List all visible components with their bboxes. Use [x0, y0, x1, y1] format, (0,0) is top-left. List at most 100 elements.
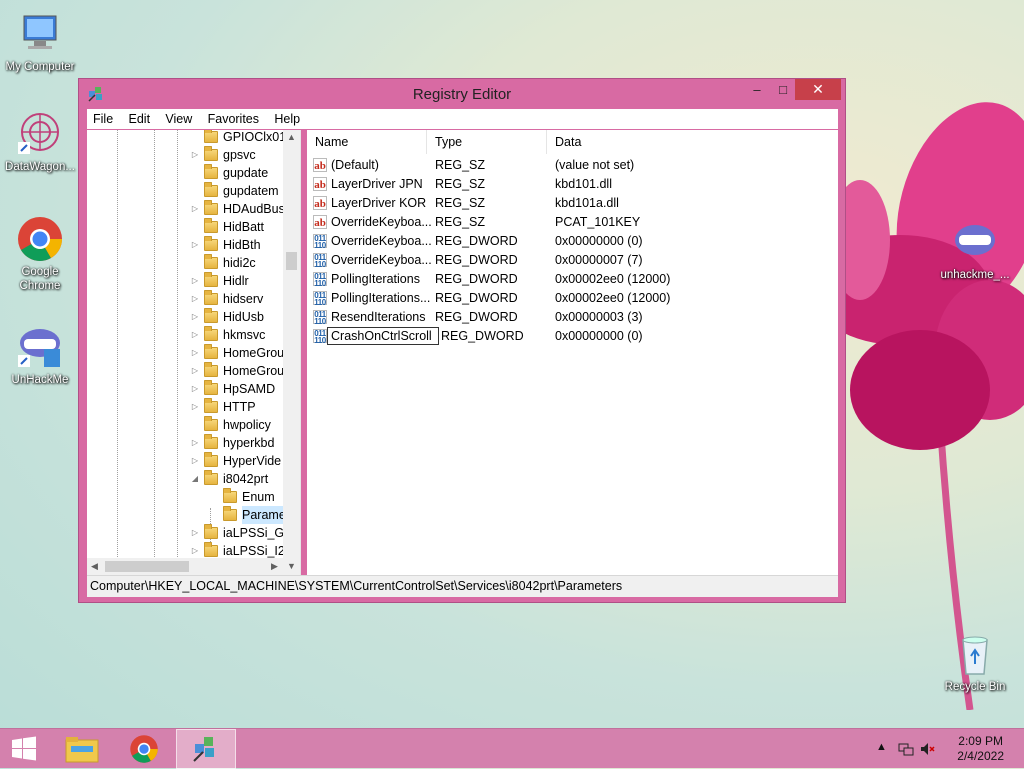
tree-item[interactable]: ▷ HomeGrou — [87, 344, 284, 362]
value-row[interactable]: 011 110 OverrideKeyboa... REG_DWORD 0x00000… — [307, 251, 838, 270]
expand-arrow-icon[interactable]: ▷ — [190, 308, 200, 326]
tree-item[interactable]: ▷ hyperkbd — [87, 434, 283, 452]
expand-arrow-icon[interactable]: ▷ — [190, 344, 200, 362]
expand-arrow-icon[interactable]: ▷ — [190, 146, 200, 164]
registry-key-tree[interactable]: GPIOClx01(▷ gpsvc gupdate gupdatem ▷ HDAudBus… — [87, 130, 301, 575]
close-button[interactable]: ✕ — [795, 79, 841, 100]
tree-item-label: HidBatt — [223, 220, 264, 234]
value-data: 0x00000000 (0) — [555, 329, 643, 343]
tree-item[interactable]: ▷ HidBth — [87, 236, 283, 254]
desktop-icon-label: Recycle Bin — [944, 681, 1006, 693]
tree-item[interactable]: ▷ HidUsb — [87, 308, 283, 326]
volume-muted-icon[interactable] — [920, 741, 936, 757]
expand-arrow-icon[interactable]: ▷ — [190, 362, 200, 380]
tree-item[interactable]: gupdate — [87, 164, 283, 182]
minimize-button[interactable]: – — [743, 79, 771, 100]
value-row[interactable]: ab OverrideKeyboa... REG_SZ PCAT_101KEY — [307, 213, 838, 232]
tree-item[interactable]: GPIOClx01( — [87, 130, 290, 146]
column-header-data[interactable]: Data — [547, 130, 838, 154]
tree-item[interactable]: hwpolicy — [87, 416, 283, 434]
desktop-icon-my-computer[interactable]: My Computer — [0, 10, 80, 74]
maximize-button[interactable]: □ — [769, 79, 797, 100]
tree-horizontal-scrollbar[interactable]: ◀ ▶ — [87, 558, 283, 575]
tree-item[interactable]: ▷ hkmsvc — [87, 326, 283, 344]
taskbar-file-explorer[interactable] — [52, 729, 112, 769]
network-icon[interactable] — [898, 741, 914, 757]
scrollbar-thumb[interactable] — [286, 252, 297, 270]
desktop-icon-unhackme-installer[interactable]: unhackme_... — [935, 218, 1015, 282]
scroll-up-arrow-icon[interactable]: ▲ — [287, 132, 296, 142]
value-type: REG_SZ — [435, 215, 486, 229]
value-row[interactable]: ab (Default) REG_SZ (value not set) — [307, 156, 838, 175]
tree-item[interactable]: Parame — [87, 506, 288, 524]
column-header-type[interactable]: Type — [427, 130, 547, 154]
expand-arrow-icon[interactable]: ▷ — [190, 524, 200, 542]
tree-item[interactable]: ▷ HpSAMD — [87, 380, 283, 398]
scroll-left-arrow-icon[interactable]: ◀ — [91, 561, 98, 572]
scroll-right-arrow-icon[interactable]: ▶ — [271, 561, 278, 572]
start-button[interactable] — [0, 729, 48, 769]
value-row[interactable]: 011 110 CrashOnCtrlScroll REG_DWORD 0x00000… — [307, 327, 838, 346]
value-type: REG_DWORD — [435, 291, 518, 305]
collapse-arrow-icon[interactable]: ◢ — [190, 470, 200, 488]
menu-file[interactable]: File — [87, 109, 119, 129]
tree-item[interactable]: ◢ i8042prt — [87, 470, 283, 488]
expand-arrow-icon[interactable]: ▷ — [190, 200, 200, 218]
expand-arrow-icon[interactable]: ▷ — [190, 398, 200, 416]
desktop-icon-google-chrome[interactable]: Google Chrome — [0, 215, 80, 293]
wallpaper-flower — [820, 102, 1024, 710]
tree-item[interactable]: ▷ gpsvc — [87, 146, 283, 164]
binary-value-icon: 011 110 — [313, 291, 327, 307]
desktop-icon-unhackme[interactable]: UnHackMe — [0, 323, 80, 387]
column-header-name[interactable]: Name — [307, 130, 427, 154]
scrollbar-thumb[interactable] — [105, 561, 189, 572]
value-row[interactable]: ab LayerDriver KOR REG_SZ kbd101a.dll — [307, 194, 838, 213]
title-bar[interactable]: Registry Editor – □ ✕ — [79, 79, 845, 109]
expand-arrow-icon[interactable]: ▷ — [190, 434, 200, 452]
tree-item[interactable]: ▷ HDAudBus — [87, 200, 285, 218]
datawagon-icon — [16, 110, 64, 158]
expand-arrow-icon[interactable]: ▷ — [190, 290, 200, 308]
value-row[interactable]: 011 110 PollingIterations... REG_DWORD 0x00… — [307, 289, 838, 308]
show-hidden-icons-chevron-icon[interactable]: ▲ — [876, 741, 887, 753]
expand-arrow-icon[interactable]: ▷ — [190, 452, 200, 470]
tree-item[interactable]: ▷ HomeGrou — [87, 362, 284, 380]
status-path: Computer\HKEY_LOCAL_MACHINE\SYSTEM\Curre… — [90, 579, 623, 593]
menu-edit[interactable]: Edit — [123, 109, 157, 129]
tree-item[interactable]: ▷ hidserv — [87, 290, 283, 308]
taskbar-registry-editor[interactable] — [176, 729, 236, 769]
value-row[interactable]: 011 110 OverrideKeyboa... REG_DWORD 0x00000… — [307, 232, 838, 251]
value-row[interactable]: 011 110 ResendIterations REG_DWORD 0x000000… — [307, 308, 838, 327]
tree-item-label: i8042prt — [223, 472, 269, 486]
taskbar-chrome[interactable] — [114, 729, 174, 769]
desktop-icon-recycle-bin[interactable]: Recycle Bin — [935, 630, 1015, 694]
menu-help[interactable]: Help — [268, 109, 306, 129]
desktop-icon-datawagon[interactable]: DataWagon... — [0, 110, 80, 174]
menu-view[interactable]: View — [159, 109, 198, 129]
value-row[interactable]: 011 110 PollingIterations REG_DWORD 0x00002… — [307, 270, 838, 289]
folder-icon — [204, 236, 218, 251]
tree-item[interactable]: hidi2c — [87, 254, 283, 272]
tree-item[interactable]: gupdatem — [87, 182, 283, 200]
tree-item[interactable]: HidBatt — [87, 218, 283, 236]
rename-input[interactable]: CrashOnCtrlScroll — [327, 327, 439, 345]
tree-item[interactable]: ▷ Hidlr — [87, 272, 283, 290]
menu-favorites[interactable]: Favorites — [202, 109, 265, 129]
expand-arrow-icon[interactable]: ▷ — [190, 236, 200, 254]
scroll-down-arrow-icon[interactable]: ▼ — [287, 561, 296, 571]
tree-item-label: HidBth — [223, 238, 261, 252]
tree-vertical-scrollbar[interactable]: ▲ — [283, 130, 300, 558]
tree-item[interactable]: ▷ HTTP — [87, 398, 283, 416]
tree-item[interactable]: ▷ HyperVide — [87, 452, 283, 470]
system-clock[interactable]: 2:09 PM 2/4/2022 — [957, 734, 1004, 764]
expand-arrow-icon[interactable]: ▷ — [190, 272, 200, 290]
folder-icon — [204, 452, 218, 467]
expand-arrow-icon[interactable]: ▷ — [190, 380, 200, 398]
tree-item[interactable]: Enum — [87, 488, 283, 506]
expand-arrow-icon[interactable]: ▷ — [190, 326, 200, 344]
tree-item[interactable]: ▷ iaLPSSi_GP — [87, 524, 292, 542]
registry-values-list[interactable]: Name Type Data ab (Default) REG_SZ (value n… — [307, 130, 838, 575]
value-data: 0x00000007 (7) — [555, 253, 643, 267]
folder-icon — [204, 398, 218, 413]
value-row[interactable]: ab LayerDriver JPN REG_SZ kbd101.dll — [307, 175, 838, 194]
